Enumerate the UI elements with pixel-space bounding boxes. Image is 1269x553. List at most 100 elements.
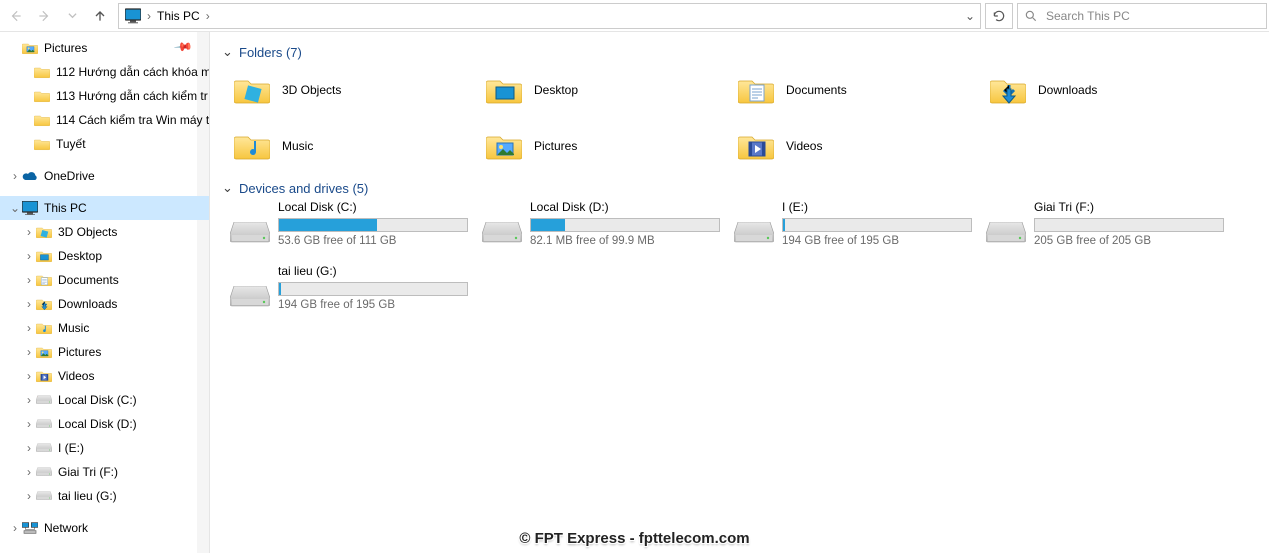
folder-item[interactable]: 3D Objects: [230, 64, 482, 116]
sidebar-item-label: Tuyết: [56, 137, 86, 151]
drive-item[interactable]: Local Disk (D:) 82.1 MB free of 99.9 MB: [482, 200, 734, 258]
expand-icon[interactable]: ›: [22, 490, 36, 502]
folder-item[interactable]: Documents: [734, 64, 986, 116]
sidebar-item-label: 114 Cách kiểm tra Win máy t: [56, 113, 209, 127]
drive-usage-bar: [530, 218, 720, 232]
sidebar-item-label: Documents: [58, 273, 119, 287]
sidebar-item-quick[interactable]: Tuyết: [0, 132, 209, 156]
sidebar-item[interactable]: › Documents: [0, 268, 209, 292]
sidebar-item[interactable]: › Downloads: [0, 292, 209, 316]
collapse-icon[interactable]: ⌄: [8, 202, 22, 214]
drive-item[interactable]: I (E:) 194 GB free of 195 GB: [734, 200, 986, 258]
group-header-folders[interactable]: ⌄ Folders (7): [222, 44, 1257, 60]
sidebar-item[interactable]: ›tai lieu (G:): [0, 484, 209, 508]
sidebar-item-onedrive[interactable]: › OneDrive: [0, 164, 209, 188]
expand-icon[interactable]: ›: [22, 274, 36, 286]
expand-icon[interactable]: ›: [22, 346, 36, 358]
chevron-down-icon: [68, 11, 77, 20]
sidebar-item-quick[interactable]: 114 Cách kiểm tra Win máy t: [0, 108, 209, 132]
sidebar-item[interactable]: › Local Disk (D:): [0, 412, 209, 436]
drive-name: Local Disk (C:): [278, 200, 468, 214]
sidebar-item[interactable]: › Giai Tri (F:): [0, 460, 209, 484]
expand-icon[interactable]: ›: [22, 298, 36, 310]
sidebar-item[interactable]: › Videos: [0, 364, 209, 388]
drive-space: 194 GB free of 195 GB: [782, 235, 972, 247]
folder-icon: [34, 64, 50, 80]
folder-icon: [34, 136, 50, 152]
folder-label: Downloads: [1038, 83, 1097, 97]
chevron-down-icon: ⌄: [222, 44, 233, 60]
drive-item[interactable]: Local Disk (C:) 53.6 GB free of 111 GB: [230, 200, 482, 258]
desktop-folder-icon: [482, 68, 526, 112]
sidebar-item-label: Videos: [58, 369, 94, 383]
drive-icon: [36, 440, 52, 456]
videos-folder-icon: [734, 124, 778, 168]
folder-item[interactable]: Videos: [734, 120, 986, 172]
sidebar-item[interactable]: ›I (E:): [0, 436, 209, 460]
sidebar-item-label: 112 Hướng dẫn cách khóa m: [56, 65, 209, 79]
group-header-drives[interactable]: ⌄ Devices and drives (5): [222, 180, 1257, 196]
expand-icon[interactable]: ›: [22, 322, 36, 334]
nav-back-button[interactable]: [2, 3, 30, 29]
nav-forward-button[interactable]: [30, 3, 58, 29]
nav-recent-button[interactable]: [58, 3, 86, 29]
chevron-down-icon[interactable]: ⌄: [965, 9, 975, 23]
folder-label: Pictures: [534, 139, 577, 153]
3d-folder-icon: [230, 68, 274, 112]
sidebar-item[interactable]: ›Local Disk (C:): [0, 388, 209, 412]
drive-icon: [230, 200, 270, 244]
sidebar-item-label: Downloads: [58, 297, 117, 311]
expand-icon[interactable]: ›: [22, 226, 36, 238]
sidebar-item-quick[interactable]: 113 Hướng dẫn cách kiểm tr: [0, 84, 209, 108]
folder-item[interactable]: Pictures: [482, 120, 734, 172]
drive-name: tai lieu (G:): [278, 264, 468, 278]
drive-space: 205 GB free of 205 GB: [1034, 235, 1224, 247]
arrow-left-icon: [9, 9, 23, 23]
drive-name: Giai Tri (F:): [1034, 200, 1224, 214]
sidebar-item[interactable]: ›Music: [0, 316, 209, 340]
breadcrumb[interactable]: › This PC › ⌄: [118, 3, 981, 29]
arrow-up-icon: [92, 8, 108, 24]
folder-item[interactable]: Desktop: [482, 64, 734, 116]
sidebar-item-label: Desktop: [58, 249, 102, 263]
drive-icon: [986, 200, 1026, 244]
expand-icon[interactable]: ›: [22, 394, 36, 406]
3d-icon: [36, 224, 52, 240]
expand-icon[interactable]: ›: [8, 170, 22, 182]
sidebar-item-network[interactable]: › Network: [0, 516, 209, 540]
sidebar-item-label: Local Disk (D:): [58, 417, 137, 431]
sidebar-item-this-pc[interactable]: ⌄ This PC: [0, 196, 209, 220]
sidebar-item-pictures-quick[interactable]: Pictures 📌: [0, 36, 209, 60]
folder-item[interactable]: Music: [230, 120, 482, 172]
sidebar-item-quick[interactable]: 112 Hướng dẫn cách khóa m: [0, 60, 209, 84]
refresh-button[interactable]: [985, 3, 1013, 29]
group-header-label: Folders (7): [239, 45, 302, 60]
expand-icon[interactable]: ›: [22, 370, 36, 382]
drive-info: Giai Tri (F:) 205 GB free of 205 GB: [1034, 200, 1244, 258]
sidebar-item[interactable]: ›3D Objects: [0, 220, 209, 244]
search-input[interactable]: [1046, 9, 1260, 23]
search-box[interactable]: [1017, 3, 1267, 29]
nav-up-button[interactable]: [86, 3, 114, 29]
drive-c-icon: [36, 392, 52, 408]
drive-item[interactable]: Giai Tri (F:) 205 GB free of 205 GB: [986, 200, 1238, 258]
drive-usage-bar: [1034, 218, 1224, 232]
drive-info: Local Disk (D:) 82.1 MB free of 99.9 MB: [530, 200, 740, 258]
sidebar-item-label: Giai Tri (F:): [58, 465, 118, 479]
expand-icon[interactable]: ›: [8, 522, 22, 534]
drive-space: 53.6 GB free of 111 GB: [278, 235, 468, 247]
downloads-folder-icon: [986, 68, 1030, 112]
docs-icon: [36, 272, 52, 288]
drive-item[interactable]: tai lieu (G:) 194 GB free of 195 GB: [230, 264, 482, 322]
breadcrumb-item[interactable]: This PC: [153, 4, 204, 28]
expand-icon[interactable]: ›: [22, 466, 36, 478]
expand-icon[interactable]: ›: [22, 442, 36, 454]
sidebar-item-label: OneDrive: [44, 169, 95, 183]
chevron-right-icon: ›: [145, 9, 153, 23]
sidebar-item[interactable]: › Desktop: [0, 244, 209, 268]
expand-icon[interactable]: ›: [22, 418, 36, 430]
folder-item[interactable]: Downloads: [986, 64, 1238, 116]
sidebar-item[interactable]: ›Pictures: [0, 340, 209, 364]
expand-icon[interactable]: ›: [22, 250, 36, 262]
drive-info: Local Disk (C:) 53.6 GB free of 111 GB: [278, 200, 488, 258]
